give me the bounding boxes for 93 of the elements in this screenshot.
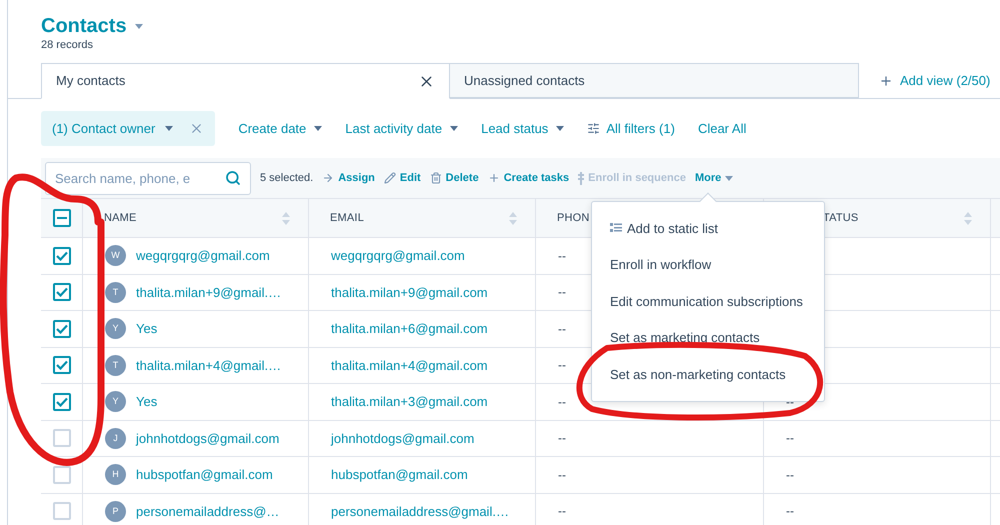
tab-label[interactable]: My contacts (56, 71, 126, 91)
bulk-action-button[interactable]: Assign (322, 170, 375, 186)
contact-name-link[interactable]: hubspotfan@gmail.com (136, 465, 273, 484)
checkbox[interactable] (52, 283, 70, 302)
email-link[interactable]: wegqrgqrg@gmail.com (331, 246, 465, 266)
trash-icon (430, 172, 442, 184)
bulk-action-button[interactable]: More (694, 170, 734, 186)
arrow-icon (322, 172, 334, 184)
filter-dropdown[interactable]: Last activity date (345, 118, 458, 138)
contact-name-link[interactable]: thalita.milan+4@gmail.… (136, 356, 282, 375)
avatar: J (105, 428, 126, 449)
table-cell-text: -- (558, 394, 566, 411)
column-header[interactable]: NAME (83, 199, 309, 237)
table-cell-text: -- (558, 284, 566, 302)
plus-icon (488, 172, 500, 184)
view-tab[interactable]: My contacts (41, 63, 450, 99)
menu-item[interactable]: Set as marketing contacts (592, 320, 824, 356)
clear-all-link[interactable]: Clear All (698, 118, 746, 138)
contact-name-link[interactable]: thalita.milan+9@gmail.… (136, 282, 282, 302)
check-icon (56, 396, 68, 407)
column-label: EMAIL (330, 210, 364, 226)
record-count: 28 records (41, 39, 94, 52)
email-link[interactable]: johnhotdogs@gmail.com (331, 428, 474, 448)
checkbox[interactable] (52, 246, 70, 265)
contact-name-link[interactable]: Yes (136, 319, 158, 338)
tab-label[interactable]: Unassigned contacts (464, 70, 585, 90)
check-icon (56, 324, 68, 334)
column-label: TATUS (823, 210, 858, 226)
caret-icon (165, 126, 174, 131)
contact-name-link[interactable]: personemailaddress@… (136, 502, 280, 521)
all-filters-button[interactable]: All filters (1) (587, 118, 675, 138)
plus-icon (879, 74, 893, 88)
search-icon[interactable] (225, 170, 241, 186)
table-cell-text: -- (558, 430, 566, 448)
list-icon (610, 223, 622, 234)
menu-item[interactable]: Enroll in workflow (592, 246, 824, 283)
checkbox[interactable] (52, 209, 70, 227)
caret-icon (725, 176, 734, 180)
email-link[interactable]: thalita.milan+3@gmail.com (331, 392, 488, 412)
selection-count: 5 selected. (260, 170, 314, 186)
contact-name-link[interactable]: wegqrgqrg@gmail.com (136, 246, 270, 266)
contact-name-link[interactable]: johnhotdogs@gmail.com (136, 428, 280, 448)
table-cell-text: -- (558, 503, 566, 520)
add-view-button[interactable]: Add view (2/50) (879, 63, 990, 98)
check-icon (56, 360, 68, 370)
email-link[interactable]: thalita.milan+6@gmail.com (331, 319, 488, 338)
avatar: P (105, 500, 126, 522)
caret-icon (450, 126, 458, 131)
check-icon (56, 287, 68, 298)
filter-dropdown[interactable]: Create date (238, 118, 322, 138)
table-cell-text: -- (558, 248, 566, 265)
caret-icon (134, 24, 143, 28)
search-field[interactable]: Search name, phone, e (45, 162, 251, 194)
avatar: Y (105, 318, 126, 340)
bulk-action-button[interactable]: Delete (430, 170, 479, 186)
contact-name-link[interactable]: Yes (136, 392, 158, 412)
menu-item[interactable]: Edit communication subscriptions (592, 283, 824, 320)
table-cell-text: -- (786, 503, 794, 520)
avatar: T (105, 282, 126, 303)
email-link[interactable]: thalita.milan+4@gmail.com (331, 356, 488, 375)
email-link[interactable]: hubspotfan@gmail.com (331, 465, 468, 484)
avatar: W (105, 245, 126, 266)
table-cell-text: -- (786, 430, 794, 448)
view-tab[interactable]: Unassigned contacts (450, 63, 859, 98)
column-label: PHON (557, 210, 590, 226)
email-link[interactable]: thalita.milan+9@gmail.com (331, 282, 488, 302)
caret-icon (556, 126, 564, 131)
filter-label[interactable]: (1) Contact owner (52, 118, 156, 138)
caret-icon (314, 126, 322, 131)
checkbox[interactable] (52, 392, 70, 411)
bulk-action-button[interactable]: Create tasks (488, 170, 570, 186)
page-title[interactable]: Contacts (41, 13, 127, 39)
check-icon (56, 250, 68, 261)
table-cell-text: -- (558, 466, 566, 484)
table-cell-text: -- (786, 394, 794, 411)
column-label: NAME (104, 210, 137, 226)
checkbox[interactable] (52, 320, 70, 338)
menu-item[interactable]: Set as non-marketing contacts (592, 356, 824, 392)
table-cell-text: -- (558, 357, 566, 374)
table-cell-text: -- (786, 466, 794, 484)
pencil-icon (384, 172, 396, 184)
email-link[interactable]: personemailaddress@gmail.… (331, 502, 509, 521)
table-cell-text: -- (558, 320, 566, 338)
column-header[interactable]: EMAIL (309, 199, 536, 237)
filter-dropdown[interactable]: Lead status (481, 118, 564, 138)
avatar: Y (105, 391, 126, 412)
bulk-action-button[interactable]: Edit (384, 170, 421, 186)
sliders-icon (587, 122, 600, 135)
avatar: T (105, 354, 126, 376)
avatar: H (105, 464, 126, 486)
sequence-icon (578, 172, 584, 184)
filter-chip[interactable]: (1) Contact owner (41, 111, 216, 146)
checkbox[interactable] (52, 356, 70, 374)
